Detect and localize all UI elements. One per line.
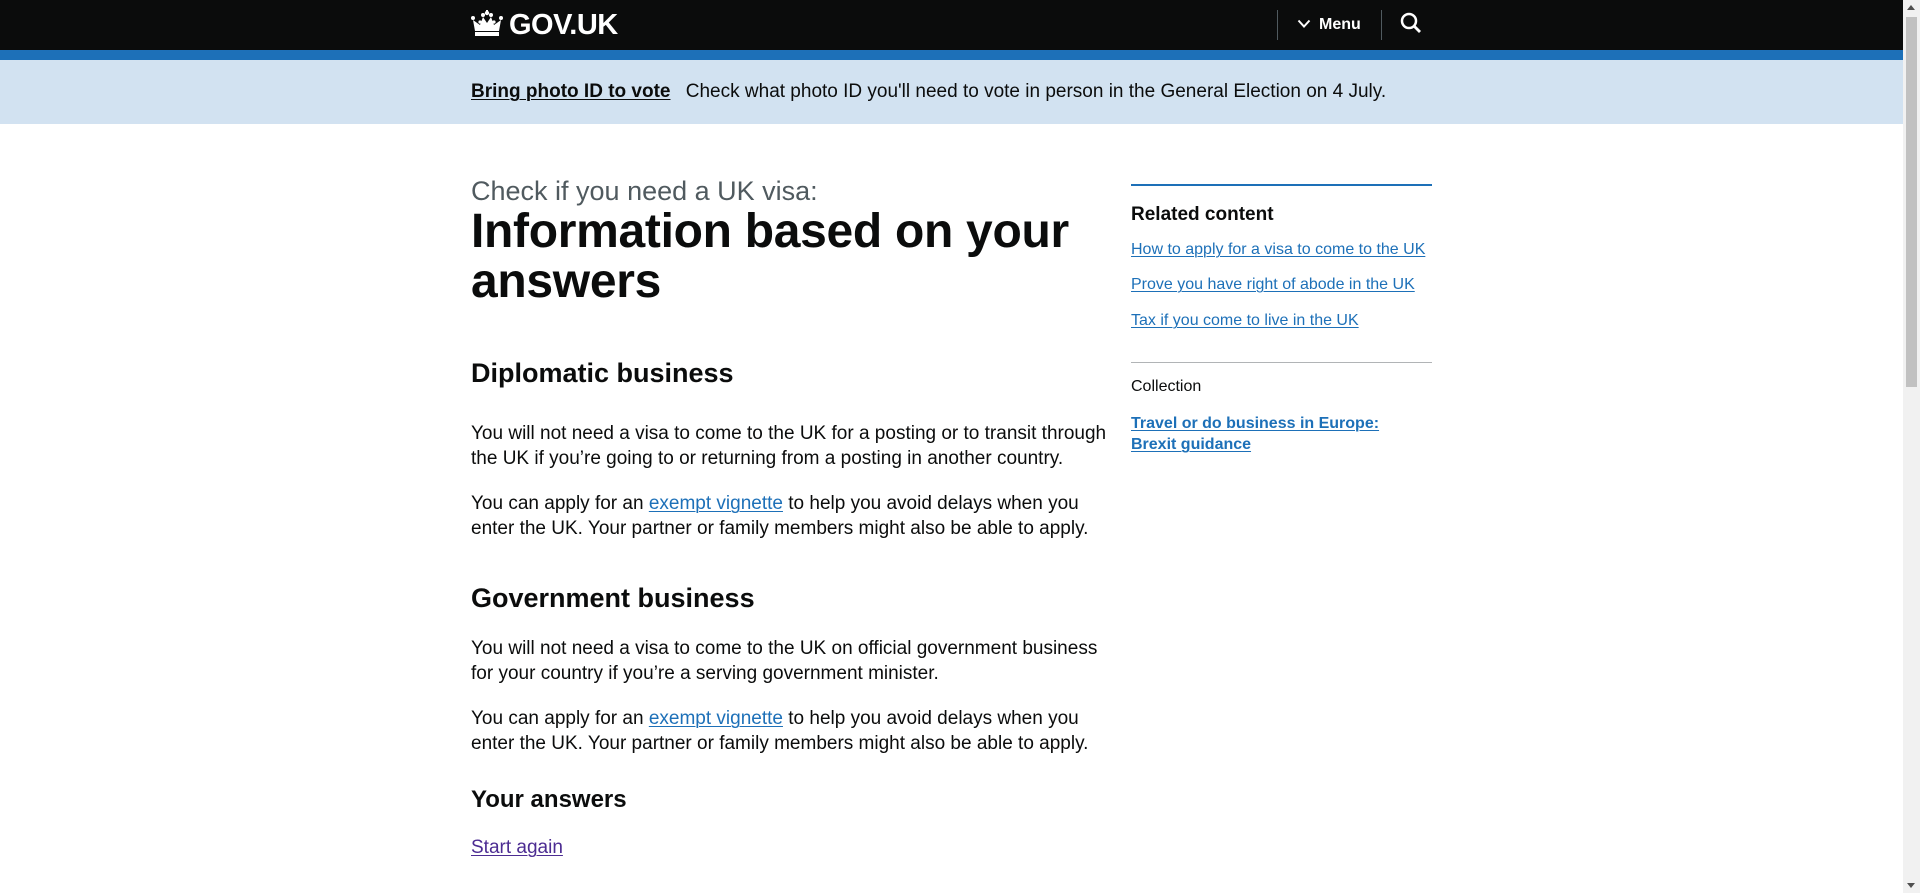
exempt-vignette-link[interactable]: exempt vignette <box>649 493 783 514</box>
scroll-thumb[interactable] <box>1906 17 1917 387</box>
related-link[interactable]: Prove you have right of abode in the UK <box>1131 276 1415 294</box>
sidebar-top-rule <box>1131 184 1432 186</box>
sidebar-divider <box>1131 362 1432 363</box>
banner-text: Check what photo ID you'll need to vote … <box>685 81 1387 102</box>
paragraph-text: You can apply for an <box>471 493 649 514</box>
logo-text: GOV.UK <box>509 8 618 41</box>
govuk-logo-link[interactable]: GOV.UK <box>471 5 618 45</box>
paragraph-text: You can apply for an <box>471 708 649 729</box>
section-paragraph: You will not need a visa to come to the … <box>471 423 1107 469</box>
page-caption: Check if you need a UK visa: <box>471 176 818 206</box>
related-link[interactable]: Tax if you come to live in the UK <box>1131 312 1359 330</box>
scrollbar[interactable] <box>1903 0 1920 893</box>
section-heading: Diplomatic business <box>471 358 734 388</box>
chevron-down-icon <box>1297 16 1311 34</box>
header-blue-bar <box>0 50 1903 60</box>
scroll-down-icon[interactable] <box>1907 883 1915 888</box>
menu-button[interactable]: Menu <box>1297 10 1361 40</box>
search-icon <box>1400 12 1422 39</box>
menu-label: Menu <box>1319 16 1361 33</box>
page-title: Information based on your answers <box>471 205 1069 308</box>
your-answers-heading: Your answers <box>471 786 627 813</box>
site-header: GOV.UK Menu <box>0 0 1903 50</box>
collection-label: Collection <box>1131 378 1202 395</box>
header-divider <box>1277 10 1278 40</box>
election-banner: Bring photo ID to vote Check what photo … <box>0 60 1903 124</box>
related-link[interactable]: How to apply for a visa to come to the U… <box>1131 241 1425 259</box>
section-heading: Government business <box>471 583 755 613</box>
start-again-link[interactable]: Start again <box>471 837 563 859</box>
collection-link[interactable]: Travel or do business in Europe: Brexit … <box>1131 413 1421 455</box>
scroll-up-icon[interactable] <box>1907 5 1915 10</box>
header-divider <box>1381 10 1382 40</box>
banner-link[interactable]: Bring photo ID to vote <box>471 81 670 102</box>
search-button[interactable] <box>1396 10 1426 40</box>
section-paragraph: You can apply for an exempt vignette to … <box>471 491 1107 541</box>
section-paragraph: You can apply for an exempt vignette to … <box>471 706 1107 756</box>
related-content-heading: Related content <box>1131 204 1274 225</box>
crown-icon <box>471 10 503 40</box>
exempt-vignette-link[interactable]: exempt vignette <box>649 708 783 729</box>
section-paragraph: You will not need a visa to come to the … <box>471 638 1098 684</box>
